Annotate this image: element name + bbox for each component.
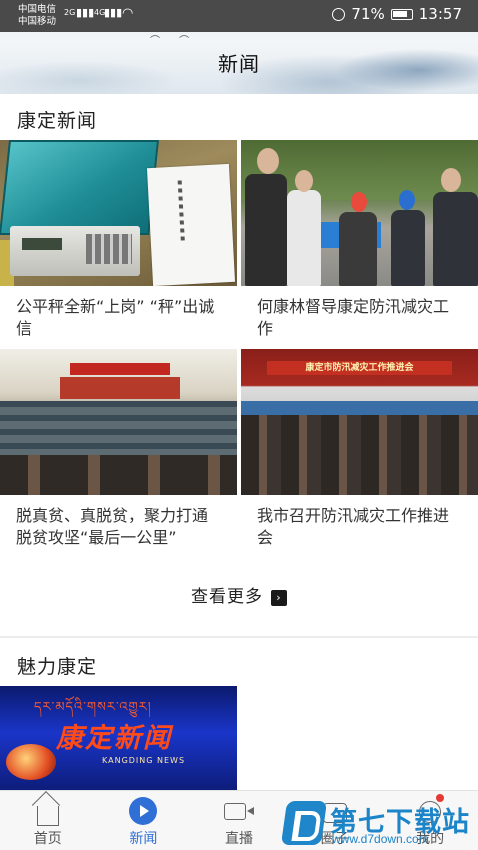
- news-image-scale[interactable]: [0, 140, 237, 286]
- nav-label-home: 首页: [33, 831, 62, 847]
- conference-banner: 康定市防汛减灾工作推进会: [267, 361, 452, 375]
- person-figure: [391, 210, 425, 286]
- watermark-logo-icon: [280, 801, 328, 845]
- signal-2-icon: ▮▮▮: [104, 6, 123, 19]
- view-more-button[interactable]: 查看更多 ›: [0, 582, 478, 607]
- person-figure: [433, 192, 478, 286]
- battery-percent: 71%: [351, 5, 385, 23]
- nav-label-live: 直播: [224, 831, 253, 847]
- kangding-news-sub: KANGDING NEWS: [102, 756, 186, 765]
- news-caption[interactable]: 我市召开防汛减灾工作推进会: [241, 505, 478, 549]
- scale-display: [22, 238, 62, 250]
- scale-lid: [0, 140, 159, 235]
- carrier-2: 中国移动: [18, 16, 57, 27]
- news-image-officials[interactable]: [241, 140, 478, 286]
- nav-label-news: 新闻: [129, 831, 158, 847]
- news-card[interactable]: 公平秤全新“上岗” “秤”出诚信: [0, 140, 237, 340]
- news-card[interactable]: 康定市防汛减灾工作推进会 我市召开防汛减灾工作推进会: [241, 349, 478, 549]
- section-title-kangding-news: 康定新闻: [17, 110, 98, 132]
- nav-item-news[interactable]: 新闻: [96, 791, 192, 850]
- network-1: 2G: [64, 8, 76, 17]
- status-bar: 中国电信 中国移动 2G ▮▮▮ 4G ▮▮▮ ◠ 71% 13:57: [0, 0, 478, 32]
- watermark-url: www.d7down.com: [332, 832, 429, 846]
- alarm-icon: [332, 7, 346, 21]
- clock: 13:57: [418, 5, 462, 23]
- news-image-meeting-hall[interactable]: [0, 349, 237, 495]
- globe-graphic: [6, 744, 56, 780]
- news-card[interactable]: 脱真贫、真脱贫，聚力打通脱贫攻坚“最后一公里”: [0, 349, 237, 549]
- person-figure: [287, 190, 321, 286]
- news-card[interactable]: 何康林督导康定防汛减灾工作: [241, 140, 478, 340]
- nav-item-live[interactable]: 直播: [191, 791, 287, 850]
- battery-icon: [390, 8, 413, 20]
- podium-table: [241, 401, 478, 415]
- view-more-label: 查看更多: [191, 587, 263, 607]
- person-head: [295, 170, 313, 192]
- news-caption[interactable]: 脱真贫、真脱贫，聚力打通脱贫攻坚“最后一公里”: [0, 505, 237, 549]
- live-camera-icon: [223, 803, 254, 820]
- signal-1-icon: ▮▮▮: [76, 6, 95, 19]
- section-divider: [0, 636, 478, 638]
- header: 中国电信 中国移动 2G ▮▮▮ 4G ▮▮▮ ◠ 71% 13:57 ⌒ ⌒ …: [0, 0, 478, 94]
- person-figure: [339, 212, 377, 286]
- page-title: 新闻: [218, 52, 260, 76]
- audience-rows: [0, 401, 237, 461]
- red-helmet: [351, 192, 367, 212]
- nav-item-home[interactable]: 首页: [0, 791, 96, 850]
- carrier-1: 中国电信: [18, 4, 57, 15]
- section-title-charm-kangding: 魅力康定: [17, 656, 98, 678]
- status-right: 71% 13:57: [332, 5, 462, 23]
- arrow-right-icon: ›: [271, 590, 287, 606]
- audience-crowd: [241, 415, 478, 495]
- person-head: [257, 148, 279, 174]
- home-icon: [36, 806, 59, 826]
- hall-banner: [70, 363, 170, 375]
- wifi-icon: ◠: [122, 6, 134, 21]
- news-play-icon: [129, 797, 158, 825]
- news-image-conference[interactable]: 康定市防汛减灾工作推进会: [241, 349, 478, 495]
- paper-sheet: [146, 163, 236, 286]
- news-caption[interactable]: 公平秤全新“上岗” “秤”出诚信: [0, 296, 237, 340]
- birds-decoration: ⌒ ⌒: [150, 36, 198, 47]
- front-row: [0, 455, 237, 495]
- scale-keypad: [86, 234, 132, 264]
- news-caption[interactable]: 何康林督导康定防汛减灾工作: [241, 296, 478, 340]
- carrier-labels: 中国电信 中国移动: [18, 4, 56, 28]
- person-head: [441, 168, 461, 192]
- hall-stage: [60, 377, 180, 399]
- video-thumbnail[interactable]: དར་མདོའི་གསར་འགྱུར། 康定新闻 KANGDING NEWS: [0, 686, 237, 790]
- blue-helmet: [399, 190, 415, 210]
- conference-banner-text: 康定市防汛减灾工作推进会: [305, 363, 414, 373]
- kangding-news-logo: 康定新闻: [56, 723, 172, 754]
- person-figure: [245, 174, 287, 286]
